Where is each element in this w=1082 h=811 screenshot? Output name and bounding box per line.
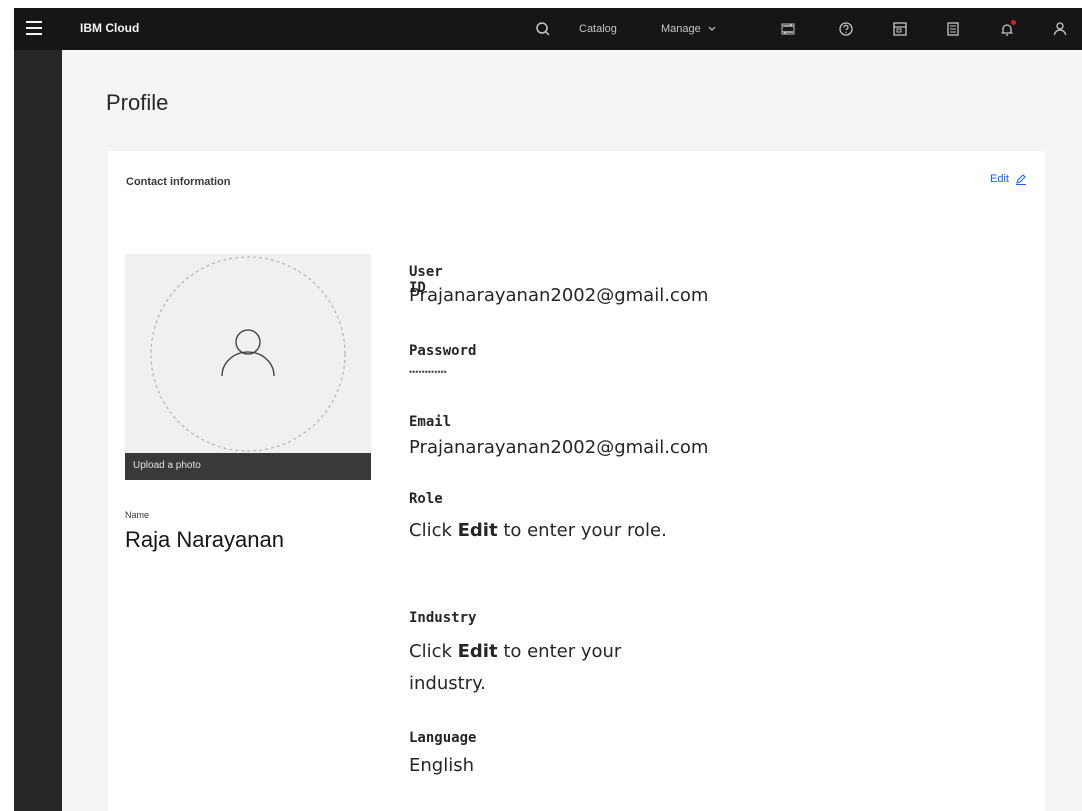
user-id-value: Prajanarayanan2002@gmail.com <box>409 285 709 306</box>
language-label: Language <box>409 730 477 746</box>
email-label: Email <box>409 414 452 430</box>
card-title: Contact information <box>126 176 231 188</box>
app-frame: IBM Cloud Catalog Manage Profile Contact… <box>14 8 1082 811</box>
email-value: Prajanarayanan2002@gmail.com <box>409 437 709 458</box>
language-value: English <box>409 755 474 776</box>
role-value-suffix: to enter your role. <box>497 520 667 541</box>
edit-button[interactable]: Edit <box>990 173 1027 185</box>
help-icon[interactable] <box>836 19 856 39</box>
docs-icon[interactable] <box>943 19 963 39</box>
role-label: Role <box>409 491 443 507</box>
notification-badge <box>1011 20 1016 25</box>
page-title: Profile <box>106 90 169 115</box>
name-value: Raja Narayanan <box>125 527 284 552</box>
top-bar: IBM Cloud Catalog Manage <box>14 8 1082 50</box>
avatar-placeholder-icon <box>221 329 275 377</box>
left-rail <box>14 50 62 811</box>
manage-menu[interactable]: Manage <box>661 8 717 50</box>
profile-photo <box>125 254 371 454</box>
manage-label: Manage <box>661 23 701 35</box>
switcher-icon[interactable] <box>778 19 798 39</box>
pencil-icon <box>1016 174 1026 185</box>
password-value: •••••••••••• <box>409 367 447 377</box>
contact-information-card: Contact information Edit Upload a photo … <box>108 151 1045 811</box>
chevron-down-icon <box>708 26 716 31</box>
user-icon[interactable] <box>1050 19 1070 39</box>
cost-estimator-icon[interactable] <box>890 19 910 39</box>
upload-photo-button[interactable]: Upload a photo <box>125 453 371 480</box>
industry-edit-word: Edit <box>457 641 498 662</box>
industry-label: Industry <box>409 610 477 626</box>
role-value: Click Edit to enter your role. <box>409 515 694 547</box>
role-value-prefix: Click <box>409 520 458 541</box>
industry-value: Click Edit to enter your industry. <box>409 636 694 700</box>
industry-value-prefix: Click <box>409 641 458 662</box>
brand-logo[interactable]: IBM Cloud <box>80 21 139 35</box>
notification-icon[interactable] <box>997 19 1017 39</box>
role-edit-word: Edit <box>457 520 498 541</box>
hamburger-icon[interactable] <box>26 21 42 37</box>
search-icon[interactable] <box>533 19 553 39</box>
name-label: Name <box>125 510 150 520</box>
edit-label: Edit <box>990 173 1009 185</box>
catalog-link[interactable]: Catalog <box>579 8 617 50</box>
password-label: Password <box>409 343 477 359</box>
